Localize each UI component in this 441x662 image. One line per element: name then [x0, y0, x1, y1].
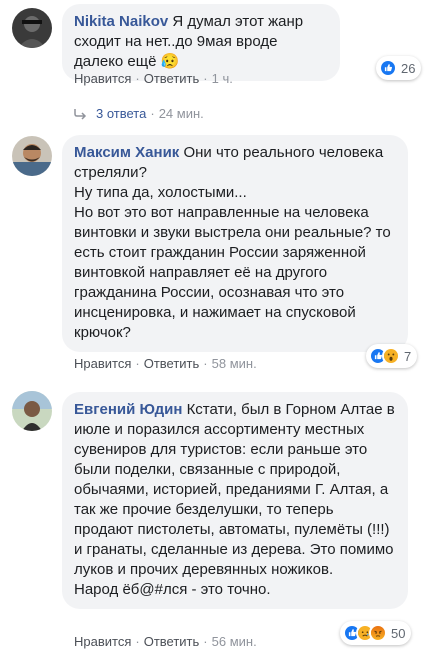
angry-icon [369, 624, 387, 642]
reply-button[interactable]: Ответить [144, 634, 200, 649]
comment-actions: Нравится · Ответить · 58 мин. [74, 356, 257, 371]
like-button[interactable]: Нравится [74, 634, 131, 649]
avatar[interactable] [12, 391, 52, 431]
reply-button[interactable]: Ответить [144, 71, 200, 86]
like-button[interactable]: Нравится [74, 356, 131, 371]
view-replies-link[interactable]: 3 ответа · 24 мин. [74, 106, 204, 122]
reactions-summary[interactable]: 50 [340, 621, 412, 645]
avatar[interactable] [12, 136, 52, 176]
comment-bubble: Евгений Юдин Кстати, был в Горном Алтае … [62, 392, 408, 609]
comment-timestamp[interactable]: 1 ч. [212, 71, 233, 86]
comment-author[interactable]: Максим Ханик [74, 144, 179, 161]
comment-text: Кстати, был в Горном Алтае в июле и пора… [74, 401, 395, 598]
comment-timestamp[interactable]: 58 мин. [212, 356, 257, 371]
replies-count[interactable]: 3 ответа [96, 106, 146, 122]
reaction-count: 26 [401, 60, 416, 76]
reaction-count: 50 [391, 625, 406, 641]
like-button[interactable]: Нравится [74, 71, 131, 86]
comment-timestamp[interactable]: 56 мин. [212, 634, 257, 649]
replies-timestamp: 24 мин. [158, 106, 204, 121]
comment-bubble: Nikita Naikov Я думал этот жанр сходит н… [62, 4, 340, 81]
reactions-summary[interactable]: 26 [376, 56, 422, 80]
comment-actions: Нравится · Ответить · 1 ч. [74, 71, 233, 86]
wow-icon [382, 347, 400, 365]
avatar[interactable] [12, 8, 52, 48]
comment-actions: Нравится · Ответить · 56 мин. [74, 634, 257, 649]
comment-author[interactable]: Nikita Naikov [74, 13, 168, 30]
comment-author[interactable]: Евгений Юдин [74, 401, 182, 418]
reply-arrow-icon [74, 109, 87, 120]
reaction-count: 7 [404, 348, 412, 364]
comment-bubble: Максим Ханик Они что реального человека … [62, 135, 408, 352]
reactions-summary[interactable]: 7 [366, 344, 418, 368]
like-icon [379, 59, 397, 77]
comment-text: Они что реального человека стреляли? Ну … [74, 144, 391, 341]
reply-button[interactable]: Ответить [144, 356, 200, 371]
